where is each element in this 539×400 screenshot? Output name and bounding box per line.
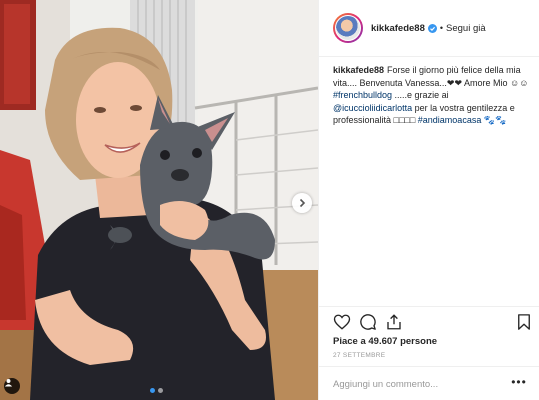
tagged-user-button[interactable] — [4, 378, 20, 394]
comment-input[interactable] — [333, 377, 503, 391]
share-icon[interactable] — [385, 313, 403, 331]
post-header: kikkafede88 • Segui già — [319, 0, 539, 57]
photo-illustration — [0, 0, 318, 400]
hashtag-link[interactable]: #andiamoacasa — [418, 115, 482, 125]
post-actions — [331, 313, 531, 333]
follow-status-button[interactable]: Segui già — [446, 23, 486, 34]
post-photo[interactable] — [0, 0, 318, 400]
heart-icon[interactable] — [333, 313, 351, 331]
bookmark-icon[interactable] — [515, 313, 533, 331]
avatar-image — [335, 15, 361, 41]
post-caption: kikkafede88 Forse il giorno più felice de… — [333, 64, 529, 127]
comment-bar: ••• — [319, 366, 539, 400]
hashtag-link[interactable]: #frenchbulldog — [333, 90, 392, 100]
caption-text: 🐾🐾 — [481, 115, 507, 125]
avatar[interactable] — [333, 13, 363, 43]
carousel-dot-active — [150, 388, 155, 393]
next-photo-button[interactable] — [292, 193, 312, 213]
header-username[interactable]: kikkafede88 — [371, 23, 425, 34]
verified-badge-icon — [427, 23, 437, 33]
more-options-button[interactable]: ••• — [509, 375, 529, 391]
post-date: 27 SETTEMBRE — [333, 352, 386, 359]
carousel-dots — [150, 388, 163, 393]
actions-divider — [319, 306, 539, 307]
likes-count[interactable]: Piace a 49.607 persone — [333, 336, 437, 347]
caption-text: .....e grazie ai — [392, 90, 449, 100]
post-sidebar: kikkafede88 • Segui già kikkafede88 Forse… — [318, 0, 539, 400]
carousel-dot — [158, 388, 163, 393]
mention-link[interactable]: @icuccioliidicarlotta — [333, 103, 412, 113]
header-separator: • — [439, 23, 444, 33]
instagram-post: kikkafede88 • Segui già kikkafede88 Forse… — [0, 0, 539, 400]
comment-icon[interactable] — [359, 313, 377, 331]
chevron-right-icon — [299, 198, 306, 208]
user-icon — [4, 378, 13, 387]
caption-username[interactable]: kikkafede88 — [333, 65, 384, 75]
